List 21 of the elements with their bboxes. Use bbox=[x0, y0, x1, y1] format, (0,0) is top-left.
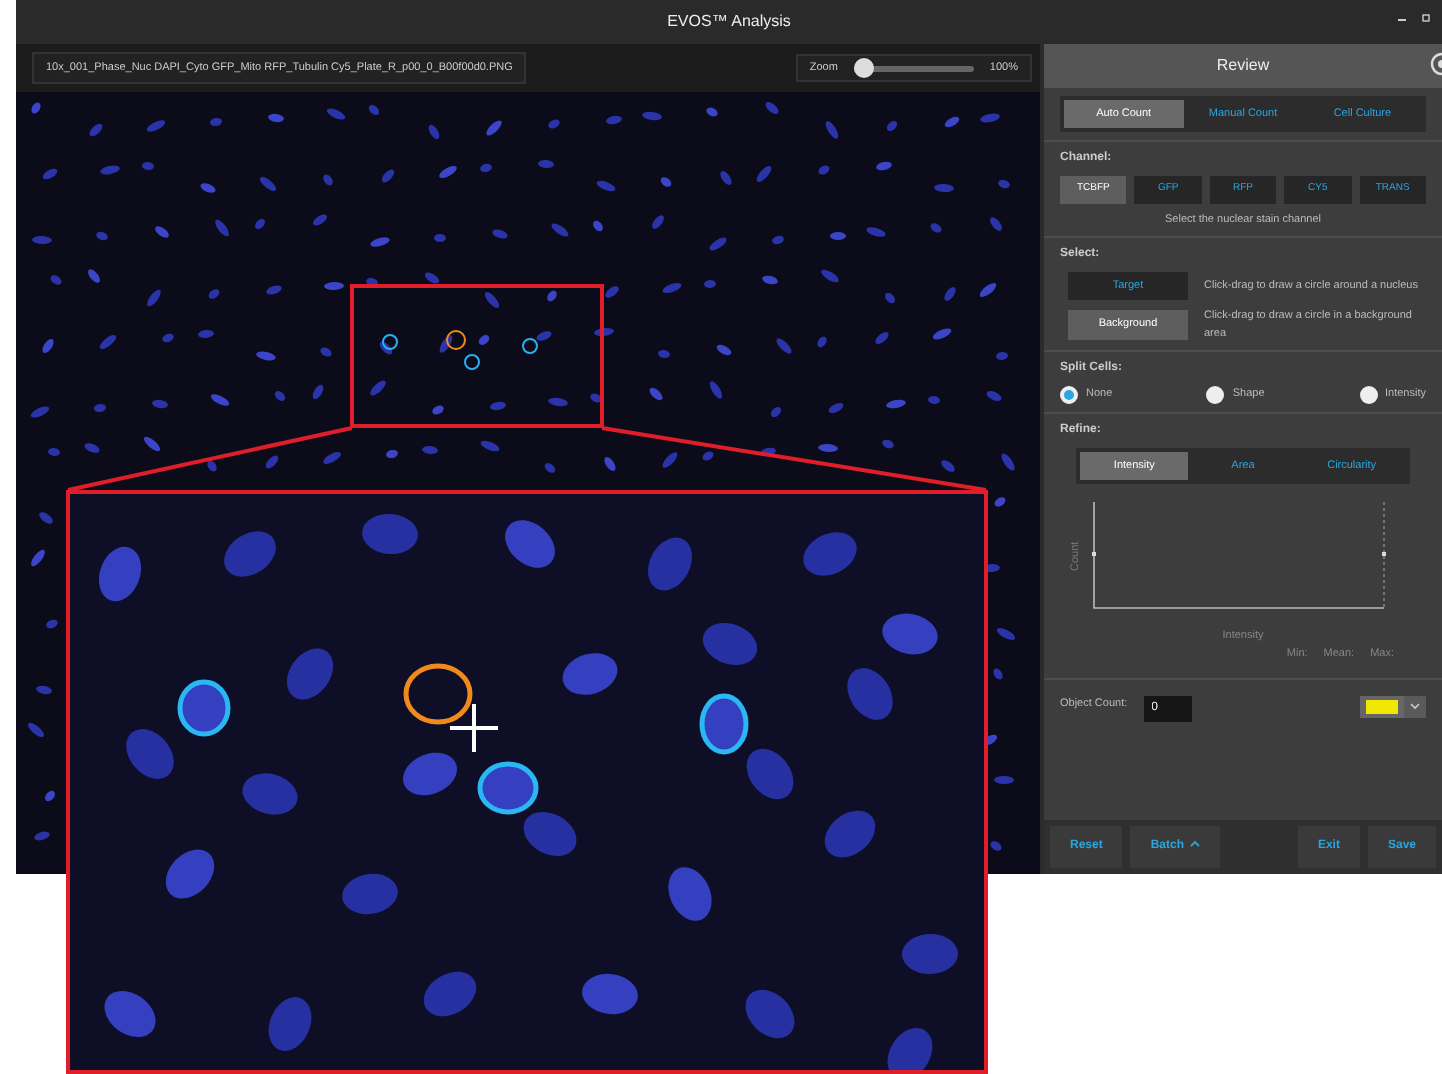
color-swatch[interactable] bbox=[1366, 700, 1398, 715]
caret-icon bbox=[1190, 840, 1201, 849]
selection-circle bbox=[699, 693, 749, 755]
window-title: EVOS™ Analysis bbox=[667, 10, 791, 34]
panel-title: Review bbox=[1216, 54, 1270, 78]
selection-circle bbox=[522, 338, 538, 354]
selection-circle bbox=[446, 330, 466, 350]
minimize-icon[interactable] bbox=[1398, 14, 1406, 22]
crosshair-icon bbox=[448, 702, 500, 754]
selection-circle bbox=[477, 761, 539, 815]
selection-circle bbox=[464, 354, 480, 370]
slider-thumb[interactable] bbox=[853, 57, 874, 77]
selection-circle bbox=[382, 334, 398, 350]
selection-circle bbox=[177, 679, 231, 737]
radio-button[interactable] bbox=[1206, 385, 1225, 404]
radio-button[interactable] bbox=[1359, 385, 1377, 404]
chevron-icon bbox=[1410, 701, 1420, 710]
radio-button[interactable] bbox=[1060, 385, 1078, 404]
selection-circle bbox=[403, 663, 473, 725]
dropdown-button[interactable] bbox=[1404, 696, 1426, 719]
restore-icon[interactable] bbox=[1422, 14, 1430, 22]
